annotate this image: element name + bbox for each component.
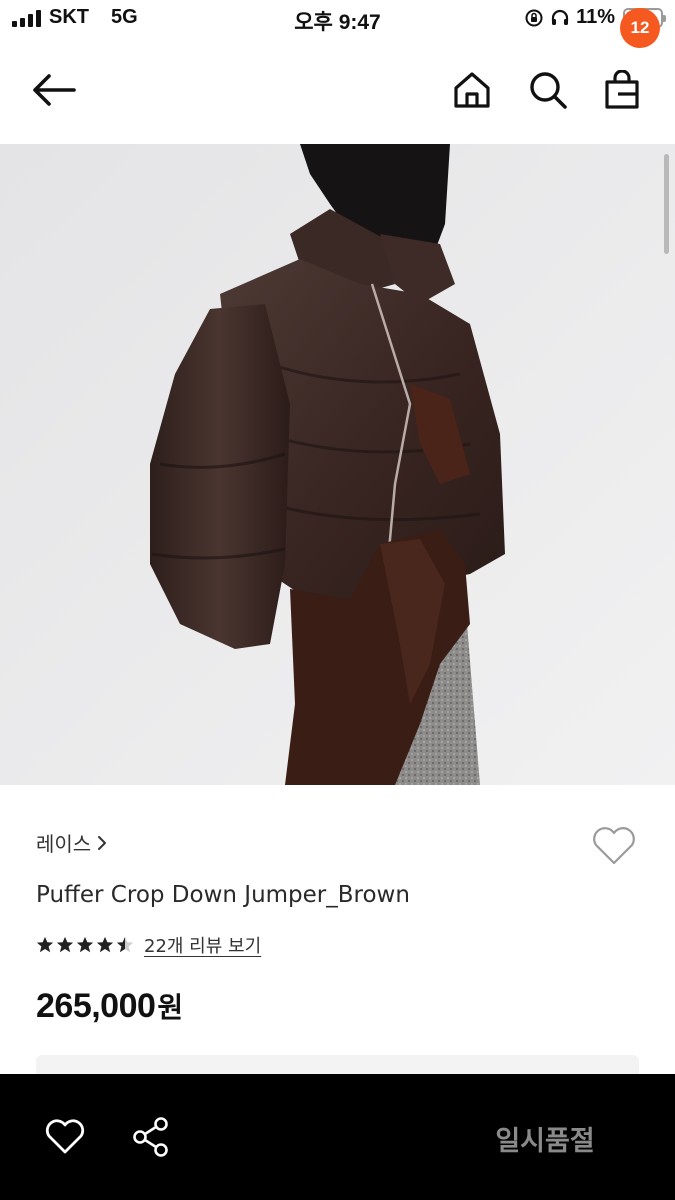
rotation-lock-icon	[525, 9, 543, 26]
product-photo	[0, 144, 675, 785]
star-icon	[76, 936, 94, 953]
product-image[interactable]	[0, 144, 675, 785]
share-icon	[133, 1117, 168, 1157]
brand-link[interactable]: 레이스	[36, 828, 107, 857]
cart-button[interactable]	[592, 62, 652, 118]
star-icon	[56, 936, 74, 953]
heart-outline-icon	[593, 827, 635, 865]
price-currency: 원	[157, 991, 183, 1024]
shopping-bag-icon	[605, 70, 639, 109]
brand-name: 레이스	[36, 832, 92, 856]
review-link[interactable]: 22개 리뷰 보기	[144, 932, 261, 958]
home-icon	[454, 72, 490, 108]
product-price: 265,000원	[36, 986, 183, 1026]
star-rating	[36, 936, 134, 954]
star-icon	[96, 936, 114, 953]
price-value: 265,000	[36, 987, 156, 1025]
sold-out-button[interactable]: 일시품절	[430, 1108, 660, 1168]
search-icon	[530, 72, 567, 109]
star-half-icon	[116, 936, 134, 953]
share-button[interactable]	[128, 1114, 174, 1160]
battery-percent: 11%	[576, 6, 615, 28]
product-name: Puffer Crop Down Jumper_Brown	[36, 882, 410, 908]
status-bar: SKT 5G 오후 9:47 11%	[0, 0, 675, 38]
search-button[interactable]	[518, 62, 578, 118]
rating-row: 22개 리뷰 보기	[36, 932, 261, 958]
star-icon	[36, 936, 54, 953]
heart-icon	[45, 1119, 85, 1154]
nav-bar	[0, 40, 675, 144]
bottom-wishlist-button[interactable]	[40, 1114, 90, 1160]
scroll-indicator[interactable]	[664, 154, 669, 254]
headphones-icon	[551, 9, 569, 25]
home-button[interactable]	[442, 62, 502, 118]
arrow-left-icon	[33, 74, 76, 106]
chevron-right-icon	[98, 835, 107, 850]
back-button[interactable]	[22, 62, 86, 118]
bottom-action-bar: 일시품절	[0, 1074, 675, 1200]
cart-count-badge: 12	[620, 8, 660, 48]
wishlist-button[interactable]	[588, 822, 640, 870]
